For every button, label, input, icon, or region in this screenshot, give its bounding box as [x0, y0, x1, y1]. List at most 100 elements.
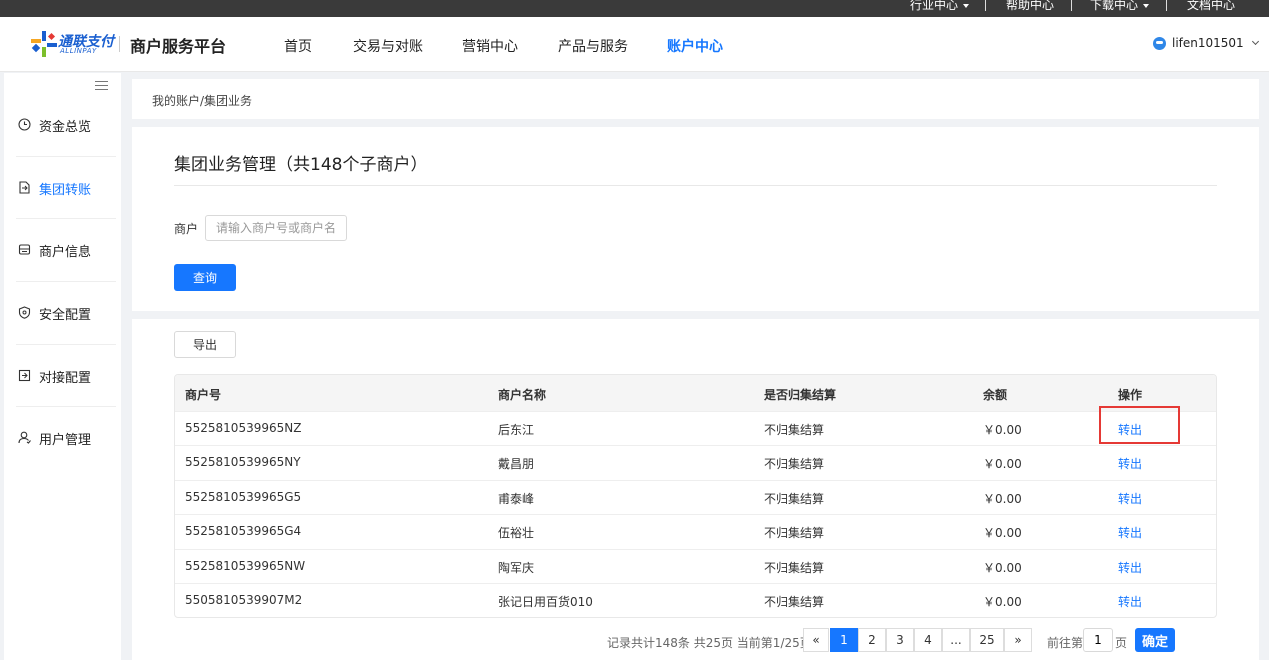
pagination-prev[interactable]: «	[803, 628, 829, 652]
nav-home[interactable]: 首页	[284, 36, 312, 56]
balance: ￥0.00	[983, 526, 1022, 541]
logo-mark-icon	[31, 31, 57, 57]
balance: ￥0.00	[983, 457, 1022, 472]
topbar-docs-center[interactable]: 文档中心	[1187, 0, 1235, 17]
nav-products[interactable]: 产品与服务	[558, 36, 628, 56]
merchant-name: 甫泰峰	[498, 491, 535, 506]
table-row: 5525810539965NW 陶军庆 不归集结算 ￥0.00 转出	[175, 548, 1216, 583]
user-menu[interactable]: lifen101501	[1153, 36, 1259, 50]
merchant-search-input[interactable]	[205, 215, 347, 241]
nav-marketing[interactable]: 营销中心	[462, 36, 518, 56]
goto-suffix: 页	[1115, 636, 1128, 650]
caret-down-icon	[963, 3, 970, 8]
pagination-next[interactable]: »	[1004, 628, 1032, 652]
divider	[1166, 0, 1167, 11]
sidebar-item-fund-overview[interactable]: 资金总览	[4, 93, 121, 155]
document-transfer-icon	[19, 181, 30, 194]
main-header: 通联支付 ALLINPAY 商户服务平台 首页 交易与对账 营销中心 产品与服务…	[0, 17, 1269, 72]
plug-icon	[18, 369, 31, 382]
user-icon	[18, 431, 31, 444]
goto-confirm-button[interactable]: 确定	[1135, 628, 1175, 652]
transfer-out-link[interactable]: 转出	[1118, 559, 1142, 576]
pagination-info: 记录共计148条 共25页 当前第1/25页	[607, 636, 812, 650]
transfer-out-link[interactable]: 转出	[1118, 455, 1142, 472]
merchant-name: 伍裕壮	[498, 526, 535, 541]
pagination-page-1[interactable]: 1	[830, 628, 858, 652]
column-header-action: 操作	[1118, 388, 1143, 402]
column-header-merchant-name: 商户名称	[498, 388, 547, 402]
clock-icon	[18, 118, 31, 131]
topbar-industry-center[interactable]: 行业中心	[910, 0, 970, 17]
sidebar-item-group-transfer[interactable]: 集团转账	[4, 156, 121, 218]
merchant-name: 戴昌朋	[498, 457, 535, 472]
table-card: 导出 商户号 商户名称 是否归集结算 余额 操作 5525810539965NZ…	[132, 319, 1259, 660]
balance: ￥0.00	[983, 594, 1022, 609]
merchant-id: 5525810539965NZ	[185, 421, 302, 435]
merchant-table: 商户号 商户名称 是否归集结算 余额 操作 5525810539965NZ 后东…	[174, 374, 1217, 619]
sidebar-item-user-management[interactable]: 用户管理	[4, 406, 121, 468]
top-utility-bar: 行业中心 帮助中心 下载中心 文档中心	[0, 0, 1269, 17]
transfer-out-link[interactable]: 转出	[1118, 490, 1142, 507]
sidebar-item-label: 集团转账	[39, 183, 92, 198]
divider	[119, 36, 120, 52]
goto-page-input[interactable]	[1083, 628, 1113, 652]
table-row: 5525810539965NY 戴昌朋 不归集结算 ￥0.00 转出	[175, 445, 1216, 479]
divider	[985, 0, 986, 11]
transfer-out-link[interactable]: 转出	[1118, 524, 1142, 541]
merchant-id: 5525810539965G5	[185, 489, 302, 504]
query-button[interactable]: 查询	[174, 264, 236, 291]
pagination-page-3[interactable]: 3	[886, 628, 914, 652]
table-row: 5525810539965G5 甫泰峰 不归集结算 ￥0.00 转出	[175, 479, 1216, 514]
topbar-help-center[interactable]: 帮助中心	[1006, 0, 1054, 17]
page-title: 集团业务管理（共148个子商户）	[174, 155, 428, 175]
balance: ￥0.00	[983, 560, 1022, 575]
search-card: 集团业务管理（共148个子商户） 商户 查询	[132, 127, 1259, 311]
settlement-status: 不归集结算	[764, 491, 825, 506]
export-button[interactable]: 导出	[174, 331, 236, 358]
topbar-download-center[interactable]: 下载中心	[1090, 0, 1150, 17]
table-row: 5505810539907M2 张记日用百货010 不归集结算 ￥0.00 转出	[175, 582, 1216, 617]
table-row: 5525810539965G4 伍裕壮 不归集结算 ￥0.00 转出	[175, 514, 1216, 548]
sidebar-item-label: 商户信息	[39, 245, 92, 260]
balance: ￥0.00	[983, 423, 1022, 437]
pagination-page-4[interactable]: 4	[914, 628, 942, 652]
highlight-box	[1099, 406, 1180, 444]
sidebar-item-label: 资金总览	[39, 120, 92, 135]
pagination-page-25[interactable]: 25	[970, 628, 1004, 652]
pagination-ellipsis[interactable]: ...	[942, 628, 970, 652]
nav-account-center[interactable]: 账户中心	[667, 36, 723, 56]
table-header: 商户号 商户名称 是否归集结算 余额 操作	[175, 375, 1216, 411]
pagination-page-2[interactable]: 2	[858, 628, 886, 652]
breadcrumb: 我的账户/集团业务	[152, 94, 253, 108]
shield-icon	[18, 306, 31, 319]
settlement-status: 不归集结算	[764, 560, 825, 575]
column-header-settlement: 是否归集结算	[764, 388, 837, 402]
divider	[174, 185, 1217, 186]
settlement-status: 不归集结算	[764, 423, 825, 437]
merchant-id: 5525810539965NW	[185, 558, 306, 573]
table-row: 5525810539965NZ 后东江 不归集结算 ￥0.00 转出	[175, 406, 1216, 445]
goto-prefix: 前往第	[1047, 636, 1084, 650]
sidebar-item-security[interactable]: 安全配置	[4, 281, 121, 343]
nav-trade-reconcile[interactable]: 交易与对账	[353, 36, 423, 56]
column-header-merchant-id: 商户号	[185, 388, 222, 402]
platform-title: 商户服务平台	[130, 37, 227, 56]
column-header-balance: 余额	[983, 388, 1008, 402]
logo-subtext: ALLINPAY	[60, 47, 97, 55]
balance: ￥0.00	[983, 491, 1022, 506]
caret-down-icon	[1143, 3, 1150, 8]
menu-toggle-icon[interactable]	[95, 81, 108, 91]
settlement-status: 不归集结算	[764, 457, 825, 472]
sidebar-item-integration[interactable]: 对接配置	[4, 344, 121, 406]
merchant-id: 5525810539965NY	[185, 455, 301, 470]
chevron-down-icon	[1251, 37, 1259, 46]
breadcrumb-card: 我的账户/集团业务	[132, 79, 1259, 119]
settlement-status: 不归集结算	[764, 526, 825, 541]
merchant-label: 商户	[174, 222, 199, 236]
sidebar-item-label: 对接配置	[39, 371, 92, 386]
sidebar-item-merchant-info[interactable]: 商户信息	[4, 218, 121, 280]
username: lifen101501	[1172, 36, 1244, 50]
merchant-id: 5525810539965G4	[185, 524, 302, 539]
avatar-icon	[1153, 37, 1166, 50]
transfer-out-link[interactable]: 转出	[1118, 593, 1142, 610]
